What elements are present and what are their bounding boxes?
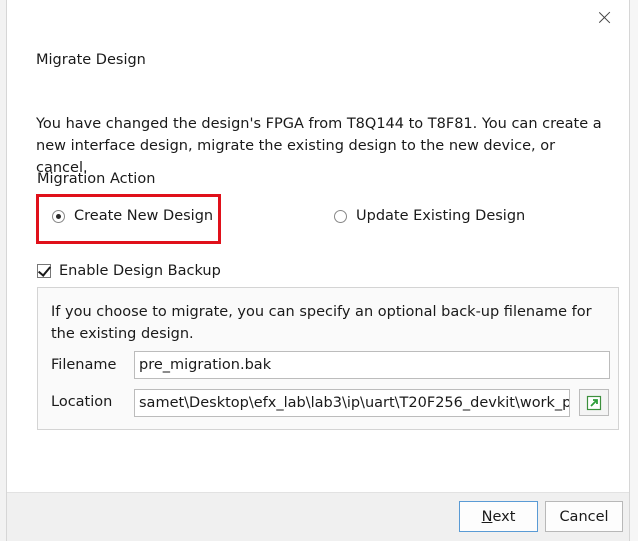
radio-checked-icon[interactable] <box>52 209 65 223</box>
dialog-title: Migrate Design <box>36 52 146 68</box>
checkbox-checked-icon[interactable] <box>37 264 51 278</box>
next-button[interactable]: Next <box>459 501 538 532</box>
location-label: Location <box>51 394 113 410</box>
migrate-design-dialog: Migrate Design You have changed the desi… <box>6 0 630 541</box>
backup-info-text: If you choose to migrate, you can specif… <box>51 304 592 342</box>
location-input[interactable]: samet\Desktop\efx_lab\lab3\ip\uart\T20F2… <box>134 389 570 417</box>
cancel-button-label: Cancel <box>559 508 609 525</box>
update-existing-design-label: Update Existing Design <box>356 208 526 224</box>
filename-input[interactable]: pre_migration.bak <box>134 351 610 379</box>
dialog-footer: Next Cancel <box>7 493 629 541</box>
create-new-design-radio[interactable]: Create New Design <box>52 208 213 224</box>
filename-label: Filename <box>51 357 117 373</box>
migration-action-label: Migration Action <box>37 171 156 187</box>
enable-backup-checkbox[interactable]: Enable Design Backup <box>37 263 221 279</box>
update-existing-design-radio[interactable]: Update Existing Design <box>334 208 525 224</box>
close-icon[interactable] <box>593 6 617 30</box>
folder-browse-icon <box>586 395 602 410</box>
backup-panel: If you choose to migrate, you can specif… <box>37 287 619 430</box>
radio-unchecked-icon[interactable] <box>334 209 347 223</box>
create-new-design-label: Create New Design <box>74 208 214 224</box>
next-button-label: Next <box>481 508 516 525</box>
enable-backup-label: Enable Design Backup <box>59 263 221 279</box>
dialog-description: You have changed the design's FPGA from … <box>36 116 602 176</box>
browse-location-button[interactable] <box>579 389 609 416</box>
cancel-button[interactable]: Cancel <box>545 501 623 532</box>
